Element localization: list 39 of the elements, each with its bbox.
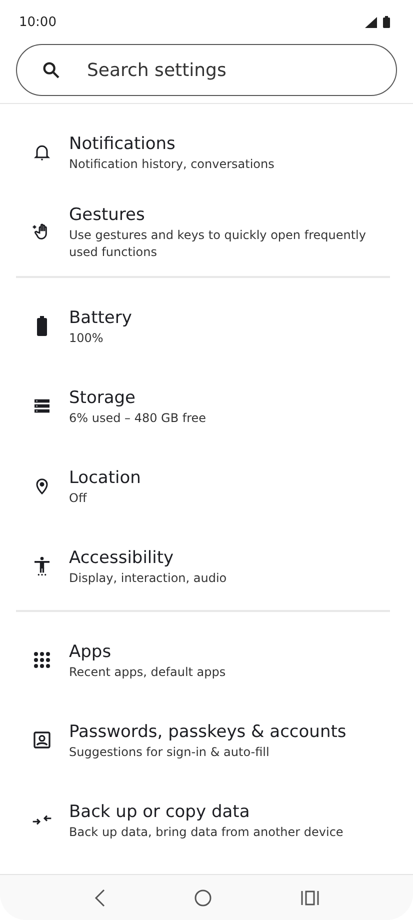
item-title: Apps: [69, 640, 112, 664]
battery-icon: [35, 315, 49, 337]
item-subtitle: Back up data, bring data from another device: [69, 824, 344, 840]
status-time: 10:00: [19, 14, 56, 30]
settings-item[interactable]: Back up or copy data Back up data, bring data from another device: [0, 780, 413, 860]
recents-icon: [300, 890, 319, 906]
item-subtitle: Recent apps, default apps: [69, 664, 226, 680]
settings-item[interactable]: Passwords, passkeys & accounts Suggestions for sign-in & auto-fill: [0, 700, 413, 780]
accessibility-icon: [32, 556, 52, 576]
item-title: Accessibility: [69, 546, 175, 570]
item-title: Battery: [69, 306, 132, 330]
settings-item[interactable]: Location Off: [0, 446, 413, 526]
item-subtitle: 100%: [69, 330, 104, 346]
grid-dots-icon: [33, 651, 51, 669]
settings-item[interactable]: Notifications Notification history, conversations: [0, 112, 413, 192]
item-title: Location: [69, 466, 141, 490]
person-card-icon: [32, 730, 52, 750]
search-field[interactable]: Search settings: [16, 44, 397, 96]
signal-battery-icon: [365, 16, 393, 28]
item-title: Storage: [69, 386, 137, 410]
item-title: Passwords, passkeys & accounts: [69, 720, 346, 744]
search-input[interactable]: Search settings: [85, 58, 396, 82]
search-icon: [41, 60, 61, 80]
item-subtitle: 6% used – 480 GB free: [69, 410, 206, 426]
item-title: Back up or copy data: [69, 800, 251, 824]
item-title: Notifications: [69, 132, 176, 156]
settings-item[interactable]: Gestures Use gestures and keys to quickly open frequently used functions: [0, 192, 413, 272]
item-subtitle: Suggestions for sign-in & auto-fill: [69, 744, 270, 760]
item-title: Gestures: [69, 204, 146, 227]
settings-item[interactable]: Apps Recent apps, default apps: [0, 620, 413, 700]
item-subtitle: Notification history, conversations: [69, 156, 274, 172]
home-icon: [194, 888, 212, 906]
back-icon: [94, 888, 106, 906]
settings-item[interactable]: Accessibility Display, interaction, audio: [0, 526, 413, 606]
settings-item[interactable]: Storage 6% used – 480 GB free: [0, 366, 413, 446]
item-subtitle: Display, interaction, audio: [69, 570, 227, 586]
item-subtitle: Use gestures and keys to quickly open frequently used functions: [69, 227, 367, 261]
item-subtitle: Off: [69, 490, 88, 506]
settings-item[interactable]: Battery 100%: [0, 286, 413, 366]
